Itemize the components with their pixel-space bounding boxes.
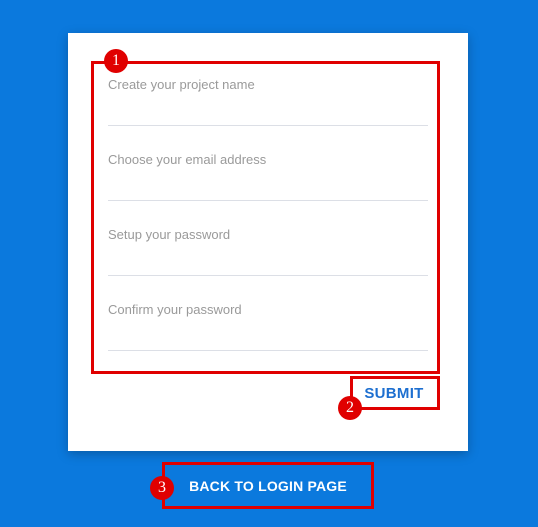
confirm-password-input[interactable]	[108, 324, 428, 348]
confirm-password-label: Confirm your password	[108, 302, 242, 317]
confirm-password-underline	[108, 350, 428, 351]
submit-button[interactable]: SUBMIT	[354, 377, 434, 409]
email-underline	[108, 200, 428, 201]
project-name-input[interactable]	[108, 99, 428, 123]
back-to-login-button[interactable]: BACK TO LOGIN PAGE	[164, 465, 372, 507]
password-underline	[108, 275, 428, 276]
project-name-label: Create your project name	[108, 77, 255, 92]
signup-card: Create your project name Choose your ema…	[68, 33, 468, 451]
email-label: Choose your email address	[108, 152, 267, 167]
password-label: Setup your password	[108, 227, 231, 242]
email-input[interactable]	[108, 174, 428, 198]
project-name-underline	[108, 125, 428, 126]
password-input[interactable]	[108, 249, 428, 273]
